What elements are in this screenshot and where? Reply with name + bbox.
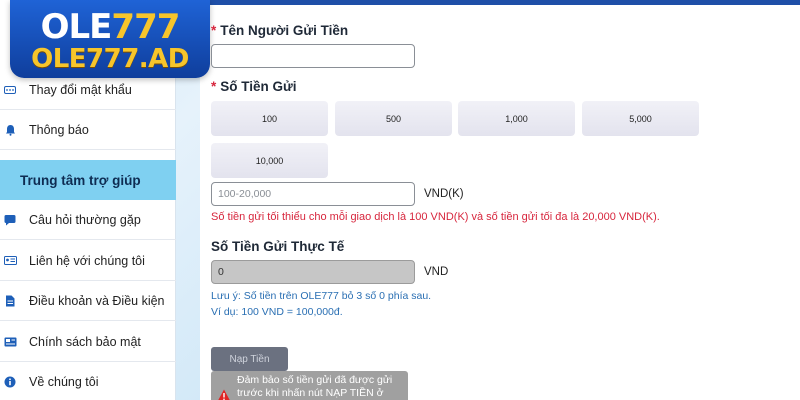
actual-amount-field	[211, 260, 415, 284]
deposit-limit-warning: Số tiền gửi tối thiểu cho mỗi giao dịch …	[211, 211, 660, 223]
note-line-1: Lưu ý: Số tiền trên OLE777 bỏ 3 số 0 phí…	[211, 290, 432, 302]
sidebar-item-label: Câu hỏi thường gặp	[29, 212, 141, 227]
sidebar-item-about[interactable]: Về chúng tôi	[0, 362, 176, 400]
sender-name-label: * Tên Người Gửi Tiền	[211, 23, 348, 38]
sidebar-item-notifications[interactable]: Thông báo	[0, 110, 176, 150]
document-icon	[3, 294, 17, 308]
sidebar-item-label: Thông báo	[29, 122, 89, 137]
deposit-tooltip: Đảm bảo số tiền gửi đã được gửi trước kh…	[211, 371, 408, 400]
amount-unit: VND(K)	[424, 188, 464, 200]
sidebar-item-faq[interactable]: Câu hỏi thường gặp	[0, 200, 176, 240]
required-mark: *	[211, 23, 217, 38]
actual-amount-unit: VND	[424, 266, 449, 278]
logo-domain: OLE777.AD	[31, 44, 189, 74]
password-icon	[3, 83, 17, 97]
policy-icon	[3, 335, 17, 349]
note-line-2: Ví dụ: 100 VND = 100,000đ.	[211, 306, 343, 318]
sender-name-label-text: Tên Người Gửi Tiền	[220, 23, 349, 38]
amount-option-1000[interactable]: 1,000	[458, 101, 575, 136]
deposit-amount-input[interactable]	[211, 182, 415, 206]
amount-option-100[interactable]: 100	[211, 101, 328, 136]
sidebar-item-contact[interactable]: Liên hệ với chúng tôi	[0, 241, 176, 281]
deposit-amount-label: * Số Tiền Gửi	[211, 79, 297, 94]
sidebar-item-terms[interactable]: Điều khoản và Điều kiện	[0, 281, 176, 321]
amount-option-500[interactable]: 500	[335, 101, 452, 136]
amount-option-5000[interactable]: 5,000	[582, 101, 699, 136]
brand-logo[interactable]: OLE777 OLE777.AD	[10, 0, 210, 78]
sidebar-item-label: Về chúng tôi	[29, 374, 99, 389]
actual-amount-label: Số Tiền Gửi Thực Tế	[211, 239, 344, 254]
sender-name-input[interactable]	[211, 44, 415, 68]
sidebar-item-label: Chính sách bảo mật	[29, 334, 141, 349]
amount-option-10000[interactable]: 10,000	[211, 143, 328, 178]
actual-amount-label-text: Số Tiền Gửi Thực Tế	[211, 239, 345, 254]
required-mark: *	[211, 79, 217, 94]
logo-text: OLE	[40, 7, 113, 47]
sidebar-item-label: Liên hệ với chúng tôi	[29, 253, 145, 268]
contact-card-icon	[3, 254, 17, 268]
bell-icon	[3, 123, 17, 137]
tooltip-line-2: trước khi nhấn nút NẠP TIỀN ở	[237, 387, 384, 399]
deposit-amount-label-text: Số Tiền Gửi	[220, 79, 297, 94]
faq-icon	[3, 213, 17, 227]
logo-wordmark: OLE777	[40, 7, 181, 47]
sidebar-item-privacy[interactable]: Chính sách bảo mật	[0, 322, 176, 362]
sidebar-item-help-center[interactable]: Trung tâm trợ giúp	[0, 160, 176, 200]
tooltip-line-1: Đảm bảo số tiền gửi đã được gửi	[237, 374, 393, 386]
warning-icon	[218, 389, 230, 400]
sidebar-item-label: Trung tâm trợ giúp	[20, 172, 141, 188]
sidebar-item-label: Thay đổi mật khẩu	[29, 82, 132, 97]
info-icon	[3, 375, 17, 389]
top-bar	[200, 0, 800, 5]
sidebar-item-label: Điều khoản và Điều kiện	[29, 293, 165, 308]
deposit-submit-button[interactable]: Nạp Tiền	[211, 347, 288, 371]
logo-number: 777	[111, 7, 180, 47]
